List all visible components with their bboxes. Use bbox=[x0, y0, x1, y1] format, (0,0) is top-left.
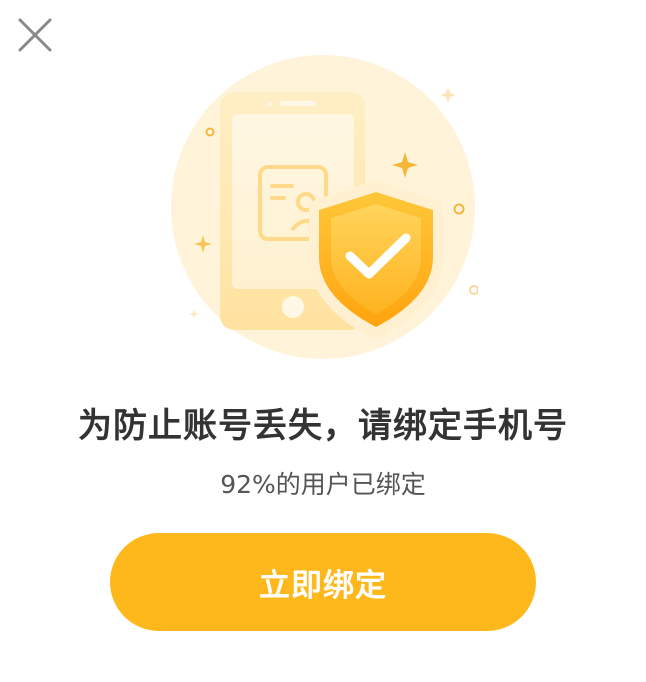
hero-illustration bbox=[168, 52, 479, 362]
phone-speaker bbox=[280, 101, 316, 106]
bound-users-stat: 92%的用户已绑定 bbox=[220, 470, 426, 499]
bind-now-button[interactable]: 立即绑定 bbox=[110, 533, 536, 631]
phone-home-button bbox=[282, 296, 304, 318]
page-title: 为防止账号丢失，请绑定手机号 bbox=[78, 406, 568, 446]
phone-shield-illustration bbox=[171, 55, 479, 359]
close-button[interactable] bbox=[14, 14, 56, 56]
close-icon[interactable] bbox=[14, 14, 56, 56]
phone-camera bbox=[267, 101, 273, 107]
